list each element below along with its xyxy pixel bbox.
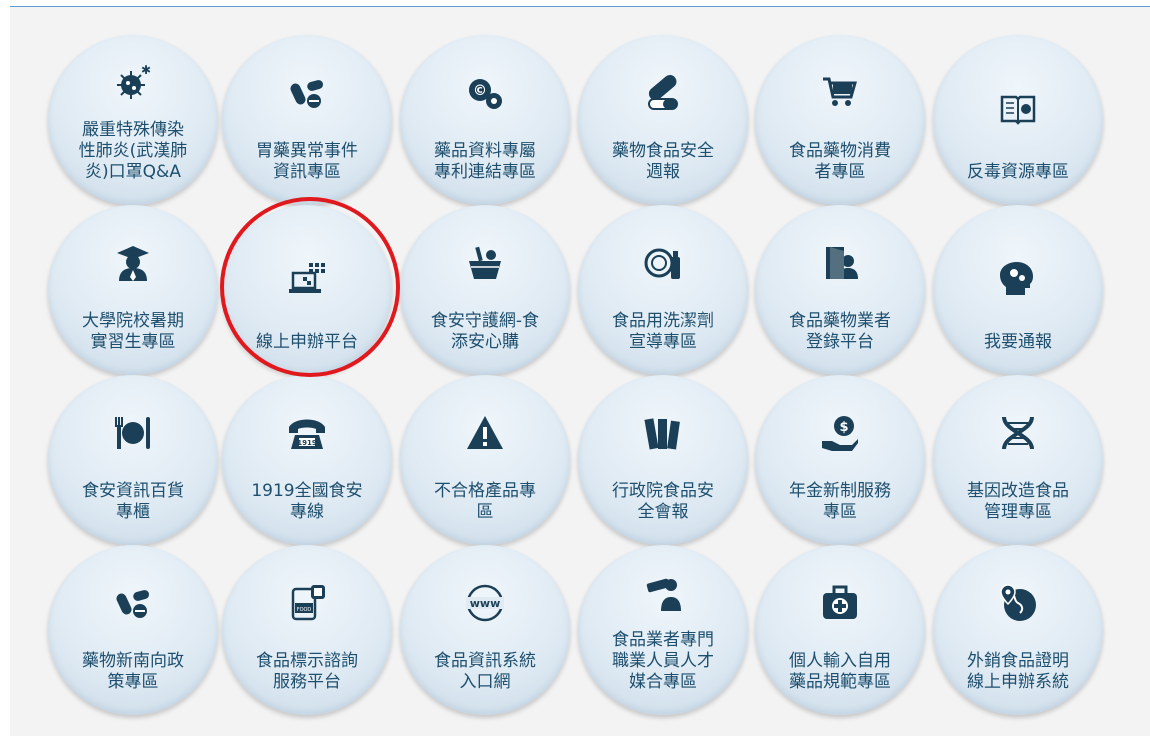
book-icon bbox=[996, 87, 1040, 131]
books-icon bbox=[641, 411, 685, 455]
svg-text:FOOD: FOOD bbox=[297, 607, 312, 613]
copyright-pill-icon: © bbox=[463, 71, 507, 115]
service-tile-label: 藥品資料專屬 專利連結專區 bbox=[434, 141, 536, 182]
svg-text:1919: 1919 bbox=[297, 439, 317, 447]
service-tile-label: 藥物新南向政 策專區 bbox=[82, 651, 184, 692]
svg-text:©: © bbox=[473, 83, 487, 99]
service-tile[interactable]: $ 年金新制服務 專區 bbox=[755, 375, 925, 545]
door-user-icon bbox=[818, 241, 862, 285]
service-tile[interactable]: 食安資訊百貨 專櫃 bbox=[48, 375, 218, 545]
service-tile[interactable]: 基因改造食品 管理專區 bbox=[933, 375, 1103, 545]
service-tile[interactable]: 食品業者專門 職業人員人才 媒合專區 bbox=[578, 545, 748, 715]
www-icon: www bbox=[463, 581, 507, 625]
service-tile[interactable]: 線上申辦平台 bbox=[222, 205, 392, 375]
service-tile-label: 外銷食品證明 線上申辦系統 bbox=[967, 651, 1069, 692]
service-tile-label: 嚴重特殊傳染 性肺炎(武漢肺 炎)口罩Q&A bbox=[78, 120, 188, 182]
service-tile[interactable]: 我要通報 bbox=[933, 205, 1103, 375]
service-tile[interactable]: FOOD 食品標示諮詢 服務平台 bbox=[222, 545, 392, 715]
svg-text:✱: ✱ bbox=[141, 63, 151, 77]
basket-icon bbox=[463, 241, 507, 285]
service-tile-label: 基因改造食品 管理專區 bbox=[967, 481, 1069, 522]
service-tile[interactable]: © 藥品資料專屬 專利連結專區 bbox=[400, 35, 570, 205]
svg-text:www: www bbox=[470, 597, 501, 610]
service-tile-label: 年金新制服務 專區 bbox=[789, 481, 891, 522]
service-tile-label: 食品用洗潔劑 宣導專區 bbox=[612, 311, 714, 352]
service-tile-label: 食安守護網-食 添安心購 bbox=[430, 311, 540, 352]
shopping-cart-icon bbox=[818, 71, 862, 115]
telescope-icon bbox=[641, 571, 685, 615]
service-tile-label: 食品標示諮詢 服務平台 bbox=[256, 651, 358, 692]
service-tile[interactable]: 食品藥物業者 登錄平台 bbox=[755, 205, 925, 375]
service-tile[interactable]: 反毒資源專區 bbox=[933, 35, 1103, 205]
service-tile-label: 大學院校暑期 實習生專區 bbox=[82, 311, 184, 352]
capsule-icon bbox=[641, 71, 685, 115]
service-tile-label: 不合格產品專 區 bbox=[434, 481, 536, 522]
service-tile[interactable]: 食品藥物消費 者專區 bbox=[755, 35, 925, 205]
service-tile[interactable]: 行政院食品安 全會報 bbox=[578, 375, 748, 545]
service-tile[interactable]: 藥物食品安全 週報 bbox=[578, 35, 748, 205]
graduate-icon bbox=[111, 241, 155, 285]
service-tile-label: 胃藥異常事件 資訊專區 bbox=[256, 141, 358, 182]
service-tile-label: 反毒資源專區 bbox=[967, 162, 1069, 182]
service-tile[interactable]: 個人輸入自用 藥品規範專區 bbox=[755, 545, 925, 715]
service-tile[interactable]: 食安守護網-食 添安心購 bbox=[400, 205, 570, 375]
telephone-1919-icon: 1919 bbox=[285, 411, 329, 455]
service-tile-label: 食品資訊系統 入口網 bbox=[434, 651, 536, 692]
food-can-icon: FOOD bbox=[285, 581, 329, 625]
service-tile-label: 藥物食品安全 週報 bbox=[612, 141, 714, 182]
service-tile[interactable]: 不合格產品專 區 bbox=[400, 375, 570, 545]
first-aid-icon bbox=[818, 581, 862, 625]
service-tile[interactable]: 大學院校暑期 實習生專區 bbox=[48, 205, 218, 375]
pills-icon bbox=[111, 581, 155, 625]
dna-icon bbox=[996, 411, 1040, 455]
warning-icon bbox=[463, 411, 507, 455]
service-grid: ✱ 嚴重特殊傳染 性肺炎(武漢肺 炎)口罩Q&A 胃藥異常事件 資訊專區 © 藥品資料專… bbox=[0, 0, 1150, 736]
service-tile-label: 行政院食品安 全會報 bbox=[612, 481, 714, 522]
money-hand-icon: $ bbox=[818, 411, 862, 455]
service-tile[interactable]: www 食品資訊系統 入口網 bbox=[400, 545, 570, 715]
svg-text:$: $ bbox=[839, 420, 848, 435]
service-tile-label: 我要通報 bbox=[984, 332, 1052, 352]
fork-plate-icon bbox=[111, 411, 155, 455]
head-gears-icon bbox=[996, 257, 1040, 301]
service-tile-label: 線上申辦平台 bbox=[256, 332, 358, 352]
service-tile-label: 食品藥物消費 者專區 bbox=[789, 141, 891, 182]
virus-icon: ✱ bbox=[111, 61, 155, 105]
service-tile[interactable]: 1919 1919全國食安 專線 bbox=[222, 375, 392, 545]
dish-soap-icon bbox=[641, 241, 685, 285]
service-tile[interactable]: 外銷食品證明 線上申辦系統 bbox=[933, 545, 1103, 715]
service-tile[interactable]: ✱ 嚴重特殊傳染 性肺炎(武漢肺 炎)口罩Q&A bbox=[48, 35, 218, 205]
globe-pin-icon bbox=[996, 581, 1040, 625]
service-tile-label: 個人輸入自用 藥品規範專區 bbox=[789, 651, 891, 692]
service-tile[interactable]: 藥物新南向政 策專區 bbox=[48, 545, 218, 715]
service-tile[interactable]: 胃藥異常事件 資訊專區 bbox=[222, 35, 392, 205]
pills-icon bbox=[285, 71, 329, 115]
service-tile-label: 食安資訊百貨 專櫃 bbox=[82, 481, 184, 522]
service-tile-label: 食品業者專門 職業人員人才 媒合專區 bbox=[612, 630, 714, 692]
service-tile-label: 1919全國食安 專線 bbox=[251, 481, 363, 522]
laptop-icon bbox=[285, 257, 329, 301]
service-tile[interactable]: 食品用洗潔劑 宣導專區 bbox=[578, 205, 748, 375]
service-tile-label: 食品藥物業者 登錄平台 bbox=[789, 311, 891, 352]
